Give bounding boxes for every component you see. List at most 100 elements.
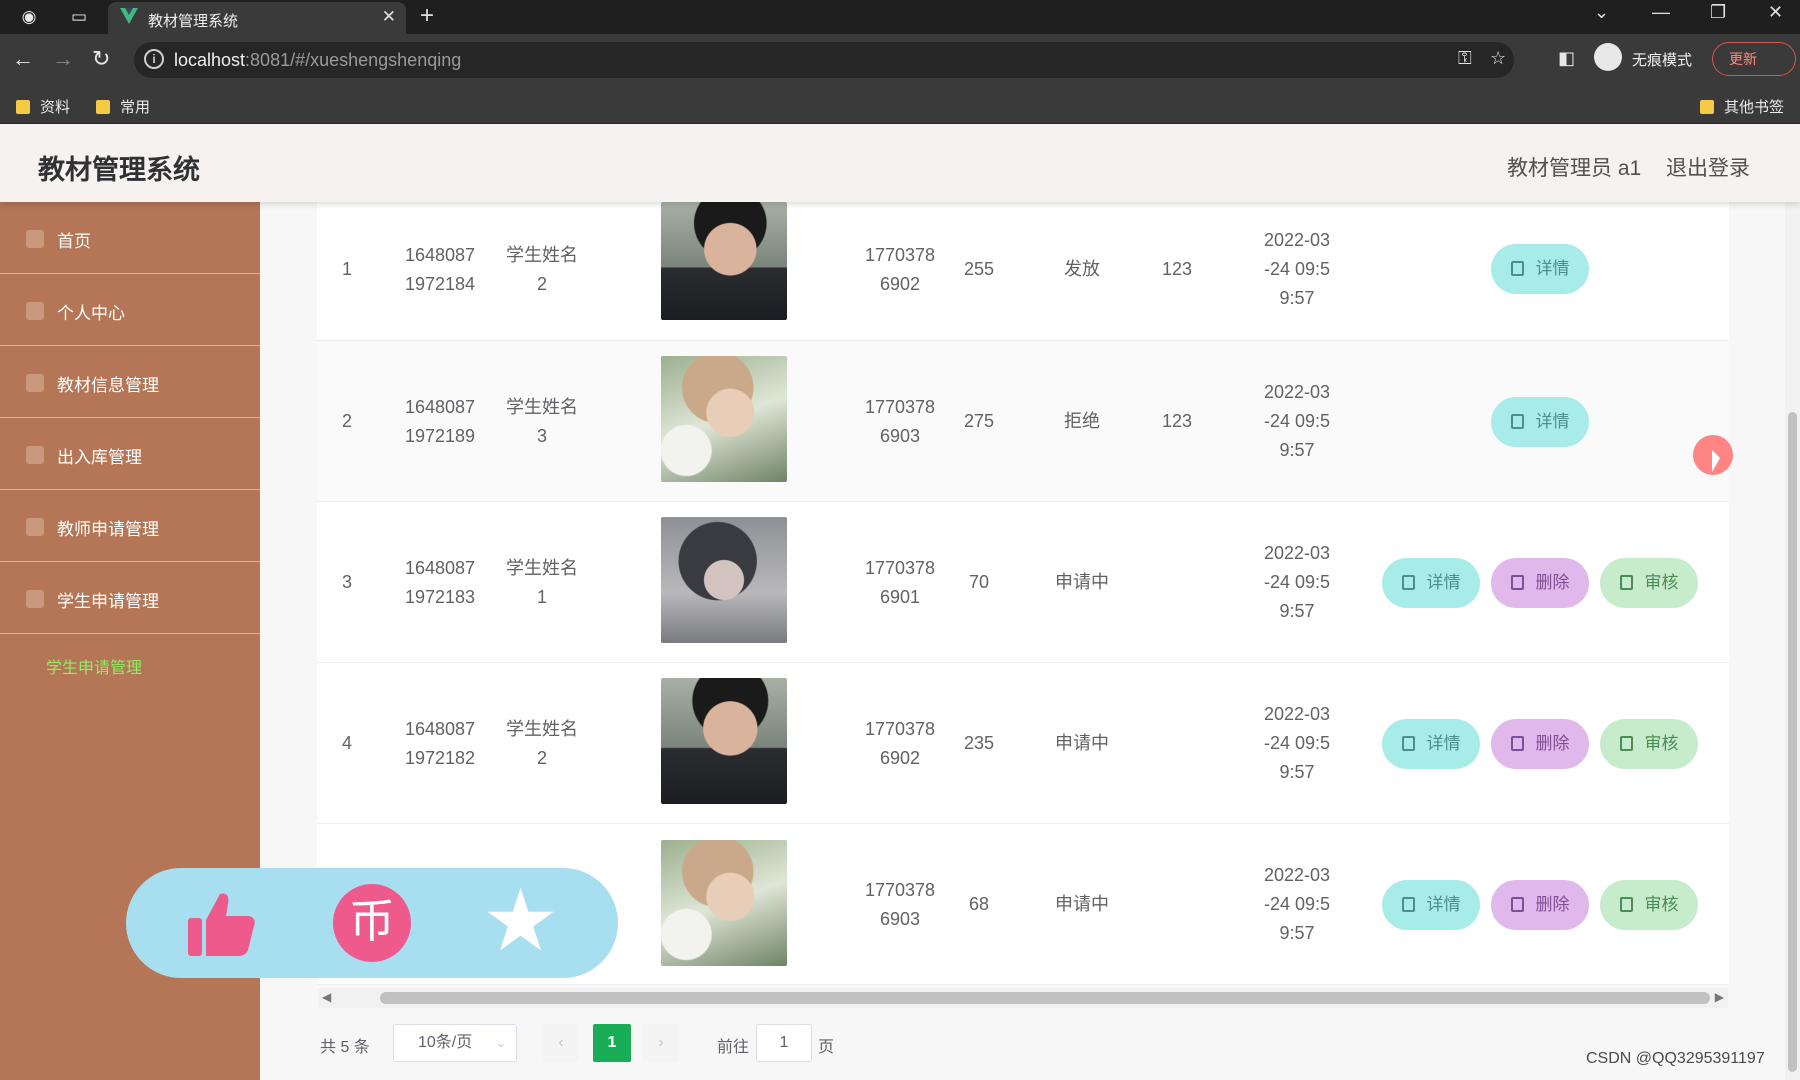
cell-quantity: 70 bbox=[968, 572, 990, 592]
sidebar-item-profile[interactable]: 个人中心 bbox=[0, 274, 260, 346]
delete-button[interactable]: 删除 bbox=[1491, 558, 1589, 608]
bookmark-folder-ziliao[interactable]: 资料 bbox=[16, 96, 70, 117]
cell-quantity: 275 bbox=[963, 411, 995, 431]
goto-page-input[interactable]: 1 bbox=[756, 1024, 812, 1062]
scroll-right-icon[interactable]: ▶ bbox=[1715, 990, 1724, 1004]
forward-icon[interactable]: → bbox=[52, 46, 74, 72]
reload-icon[interactable]: ↻ bbox=[92, 46, 110, 72]
audit-button[interactable]: 审核 bbox=[1600, 558, 1698, 608]
sidebar-item-inventory[interactable]: 出入库管理 bbox=[0, 418, 260, 490]
cell-apply-time: 2022-03 -24 09:5 9:57 bbox=[1263, 704, 1331, 782]
browser-profile-icon[interactable]: ◉ bbox=[16, 5, 42, 29]
submenu-item-student-apply[interactable]: 学生申请管理 bbox=[0, 639, 260, 691]
window-close-icon[interactable]: ✕ bbox=[1768, 2, 1783, 23]
student-photo bbox=[661, 678, 787, 804]
page-size-select[interactable]: 10条/页 ⌄ bbox=[393, 1024, 517, 1062]
cell-index: 1 bbox=[341, 259, 352, 279]
sidebar-item-textbooks[interactable]: 教材信息管理 bbox=[0, 346, 260, 418]
bookmark-folder-changyong[interactable]: 常用 bbox=[96, 96, 150, 117]
cell-student-id: 1648087 1972184 bbox=[404, 245, 476, 294]
sidebar-item-teacher-apply[interactable]: 教师申请管理 bbox=[0, 490, 260, 562]
delete-button-label: 删除 bbox=[1535, 734, 1570, 753]
incognito-label: 无痕模式 bbox=[1632, 52, 1693, 69]
delete-button-label: 删除 bbox=[1535, 895, 1570, 914]
cell-status: 拒绝 bbox=[1064, 411, 1100, 431]
detail-button[interactable]: 详情 bbox=[1382, 558, 1480, 608]
detail-button[interactable]: 详情 bbox=[1382, 719, 1480, 769]
update-button[interactable]: 更新 bbox=[1712, 42, 1796, 76]
goto-label: 前往 bbox=[717, 1039, 750, 1056]
bookmarks-bar: 资料 常用 其他书签 bbox=[0, 86, 1800, 124]
sidebar-item-label: 学生申请管理 bbox=[57, 592, 159, 611]
cell-phone: 1770378 6901 bbox=[864, 558, 936, 607]
sidebar-item-student-apply[interactable]: 学生申请管理 bbox=[0, 562, 260, 634]
url-field[interactable]: i localhost:8081/#/xueshengshenqing ⚿ ☆ bbox=[134, 42, 1514, 78]
sidebar-item-home[interactable]: 首页 bbox=[0, 202, 260, 274]
cell-index: 4 bbox=[341, 733, 352, 753]
cell-reply: 123 bbox=[1161, 411, 1193, 431]
cell-student-id: 1648087 1972182 bbox=[404, 719, 476, 768]
delete-button[interactable]: 删除 bbox=[1491, 880, 1589, 930]
page-number-current[interactable]: 1 bbox=[593, 1024, 631, 1062]
cell-apply-time: 2022-03 -24 09:5 9:57 bbox=[1263, 382, 1331, 460]
cell-quantity: 235 bbox=[963, 733, 995, 753]
detail-button[interactable]: 详情 bbox=[1382, 880, 1480, 930]
scroll-left-icon[interactable]: ◀ bbox=[322, 990, 331, 1004]
bookmark-star-icon[interactable]: ☆ bbox=[1490, 48, 1506, 69]
key-icon[interactable]: ⚿ bbox=[1458, 48, 1472, 69]
trash-icon bbox=[1510, 575, 1524, 590]
mouse-cursor-icon bbox=[1712, 450, 1720, 472]
trash-icon bbox=[1510, 736, 1524, 751]
minimize-icon[interactable]: — bbox=[1652, 2, 1670, 23]
student-photo bbox=[661, 202, 787, 320]
cell-apply-time: 2022-03 -24 09:5 9:57 bbox=[1263, 543, 1331, 621]
address-bar: ← → ↻ i localhost:8081/#/xueshengshenqin… bbox=[0, 34, 1800, 86]
detail-button[interactable]: 详情 bbox=[1491, 244, 1589, 294]
site-info-icon[interactable]: i bbox=[144, 49, 164, 69]
cell-student-id: 1648087 1972189 bbox=[404, 397, 476, 446]
folder-icon bbox=[96, 100, 110, 114]
restore-icon[interactable]: ❐ bbox=[1710, 2, 1726, 23]
tab-close-icon[interactable]: ✕ bbox=[382, 7, 396, 27]
cell-status: 发放 bbox=[1064, 259, 1100, 279]
coin-icon[interactable]: 币 bbox=[333, 884, 411, 962]
document-icon bbox=[1401, 575, 1415, 590]
side-panel-icon[interactable]: ◧ bbox=[1558, 48, 1575, 69]
next-page-button[interactable]: › bbox=[643, 1024, 679, 1062]
vertical-scroll-thumb[interactable] bbox=[1788, 412, 1797, 1072]
delete-button[interactable]: 删除 bbox=[1491, 719, 1589, 769]
cell-phone: 1770378 6903 bbox=[864, 397, 936, 446]
back-icon[interactable]: ← bbox=[12, 46, 34, 72]
horizontal-scroll-thumb[interactable] bbox=[380, 992, 1710, 1004]
thumbs-up-icon[interactable] bbox=[186, 890, 256, 958]
tab-search-icon[interactable]: ▭ bbox=[66, 5, 92, 29]
prev-page-button[interactable]: ‹ bbox=[543, 1024, 579, 1062]
detail-button-label: 详情 bbox=[1426, 895, 1461, 914]
cell-index: 2 bbox=[341, 411, 352, 431]
audit-button[interactable]: 审核 bbox=[1600, 719, 1698, 769]
detail-button[interactable]: 详情 bbox=[1491, 397, 1589, 447]
detail-button-label: 详情 bbox=[1535, 412, 1570, 431]
app-title: 教材管理系统 bbox=[38, 155, 200, 185]
browser-tab[interactable]: 教材管理系统 ✕ bbox=[108, 2, 406, 34]
star-icon[interactable]: ★ bbox=[482, 878, 559, 964]
vue-logo-icon bbox=[120, 8, 138, 24]
detail-button-label: 详情 bbox=[1426, 573, 1461, 592]
new-tab-button[interactable]: + bbox=[420, 2, 434, 30]
audit-button[interactable]: 审核 bbox=[1600, 880, 1698, 930]
audit-button-label: 审核 bbox=[1644, 895, 1679, 914]
other-bookmarks[interactable]: 其他书签 bbox=[1700, 96, 1784, 117]
horizontal-scrollbar[interactable]: ◀ ▶ bbox=[318, 988, 1728, 1008]
cell-student-name: 学生姓名 2 bbox=[506, 245, 578, 294]
document-icon bbox=[1401, 897, 1415, 912]
detail-button-label: 详情 bbox=[1426, 734, 1461, 753]
logout-link[interactable]: 退出登录 bbox=[1666, 152, 1750, 182]
warehouse-icon bbox=[26, 446, 44, 464]
cell-student-name: 学生姓名 3 bbox=[506, 397, 578, 446]
student-icon bbox=[26, 590, 44, 608]
cell-index: 3 bbox=[341, 572, 352, 592]
table-row: 4 1648087 1972182 学生姓名 2 1770378 6902 23… bbox=[317, 663, 1729, 824]
tab-list-icon[interactable]: ⌄ bbox=[1594, 2, 1609, 23]
thumb-icon bbox=[1619, 897, 1633, 912]
vertical-scrollbar[interactable] bbox=[1785, 202, 1800, 1080]
